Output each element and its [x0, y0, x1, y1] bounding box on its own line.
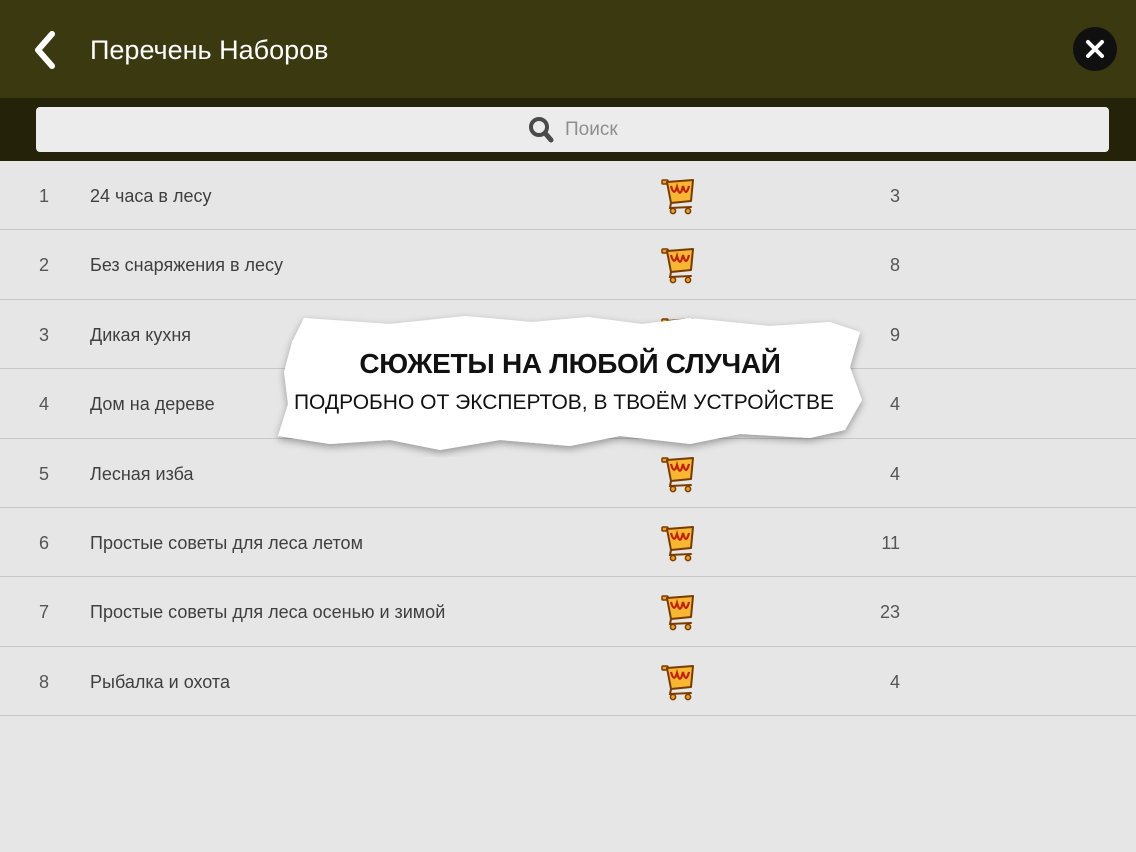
item-number: 5 — [39, 463, 50, 484]
search-icon — [529, 117, 554, 143]
back-button[interactable] — [26, 28, 66, 72]
item-number: 6 — [39, 532, 50, 553]
chevron-left-icon — [35, 31, 55, 69]
item-count: 4 — [889, 671, 900, 692]
item-name: Дикая кухня — [90, 324, 192, 345]
item-number: 4 — [39, 394, 50, 415]
item-count: 4 — [889, 463, 900, 484]
item-count: 8 — [889, 255, 900, 276]
list-item[interactable]: 7 Простые советы для леса осенью и зимой… — [0, 577, 1136, 647]
promo-title: СЮЖЕТЫ НА ЛЮБОЙ СЛУЧАЙ — [359, 348, 781, 379]
close-icon — [1086, 40, 1104, 58]
search-input[interactable]: Поиск — [36, 107, 1109, 152]
item-count: 23 — [879, 602, 900, 623]
promo-subtitle: ПОДРОБНО ОТ ЭКСПЕРТОВ, В ТВОЁМ УСТРОЙСТВ… — [293, 391, 835, 414]
shopping-cart-icon[interactable] — [660, 246, 698, 284]
shopping-cart-icon[interactable] — [660, 663, 698, 701]
shopping-cart-icon[interactable] — [660, 177, 698, 215]
item-name: Простые советы для леса летом — [90, 532, 363, 553]
page-title: Перечень Наборов — [90, 35, 329, 65]
close-button[interactable] — [1073, 27, 1117, 71]
list-item[interactable]: 6 Простые советы для леса летом 11 — [0, 508, 1136, 578]
torn-paper-shape — [278, 316, 862, 450]
shopping-cart-icon[interactable] — [660, 593, 698, 631]
item-number: 8 — [39, 671, 50, 692]
shopping-cart-icon[interactable] — [660, 524, 698, 562]
item-name: 24 часа в лесу — [90, 186, 212, 206]
search-placeholder: Поиск — [565, 119, 618, 140]
item-count: 9 — [889, 324, 900, 345]
list-item[interactable]: 8 Рыбалка и охота 4 — [0, 647, 1136, 717]
item-number: 3 — [39, 324, 50, 345]
app-header: Перечень Наборов — [0, 0, 1136, 98]
shopping-cart-icon[interactable] — [660, 455, 698, 493]
item-number: 7 — [39, 602, 50, 623]
item-name: Без снаряжения в лесу — [90, 255, 284, 276]
item-name: Дом на дереве — [90, 394, 215, 415]
item-count: 4 — [889, 394, 900, 415]
search-bar: Поиск — [0, 98, 1136, 161]
item-name: Рыбалка и охота — [90, 671, 230, 692]
list-item[interactable]: 2 Без снаряжения в лесу 8 — [0, 230, 1136, 300]
item-count: 11 — [881, 532, 900, 553]
item-number: 1 — [39, 186, 50, 206]
promo-banner: СЮЖЕТЫ НА ЛЮБОЙ СЛУЧАЙ ПОДРОБНО ОТ ЭКСПЕ… — [270, 312, 870, 457]
item-count: 3 — [889, 186, 900, 206]
item-name: Лесная изба — [90, 463, 194, 484]
list-item[interactable]: 1 24 часа в лесу 3 — [0, 161, 1136, 231]
item-number: 2 — [39, 255, 50, 276]
item-name: Простые советы для леса осенью и зимой — [90, 602, 446, 623]
